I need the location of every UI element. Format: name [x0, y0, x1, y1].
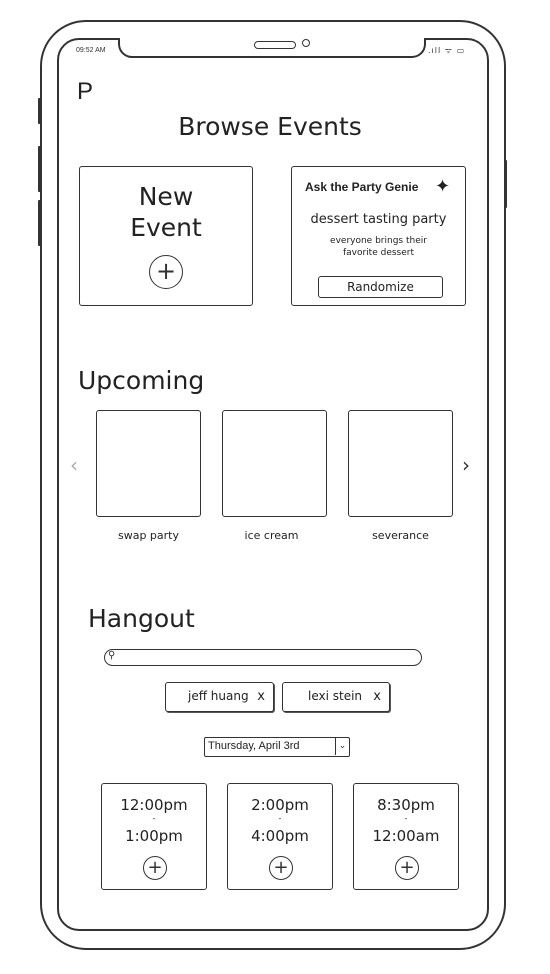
add-slot-icon[interactable]: + — [269, 856, 293, 880]
carousel-next-icon[interactable]: › — [462, 453, 470, 477]
chevron-down-icon[interactable]: ⌄ — [335, 738, 349, 755]
slot-end: 1:00pm — [125, 827, 183, 845]
search-icon: ⚲ — [108, 650, 116, 661]
app-logo[interactable]: P — [77, 78, 93, 106]
slot-dash: - — [278, 814, 282, 823]
time-slot[interactable]: 12:00pm - 1:00pm + — [101, 783, 207, 890]
randomize-button[interactable]: Randomize — [318, 276, 443, 298]
chip-lexi-stein: lexi stein x — [282, 682, 390, 712]
date-select-value: Thursday, April 3rd — [208, 740, 300, 752]
slot-end: 12:00am — [372, 827, 440, 845]
slot-start: 8:30pm — [377, 796, 435, 814]
slot-dash: - — [404, 814, 408, 823]
date-select[interactable]: Thursday, April 3rd ⌄ — [204, 737, 350, 757]
slot-start: 2:00pm — [251, 796, 309, 814]
hangout-title: Hangout — [88, 604, 195, 633]
upcoming-title: Upcoming — [78, 366, 205, 395]
status-icons: .ıll ᯤ ▭ — [428, 46, 466, 55]
status-time: 09:52 AM — [76, 47, 106, 54]
add-slot-icon[interactable]: + — [143, 856, 167, 880]
event-card-swap-party[interactable] — [96, 410, 201, 517]
slot-dash: - — [152, 814, 156, 823]
event-card-ice-cream[interactable] — [222, 410, 327, 517]
add-event-icon[interactable]: + — [149, 255, 183, 289]
sparkle-icon: ✦ — [435, 176, 451, 197]
time-slot[interactable]: 8:30pm - 12:00am + — [353, 783, 459, 890]
page-title: Browse Events — [178, 112, 362, 141]
genie-idea: dessert tasting party — [310, 212, 447, 227]
event-caption: ice cream — [244, 529, 299, 542]
party-genie-card: Ask the Party Genie ✦ dessert tasting pa… — [291, 166, 466, 306]
new-event-card[interactable]: New Event + — [79, 166, 253, 306]
speaker-icon — [254, 41, 296, 49]
close-icon[interactable]: x — [257, 683, 265, 710]
camera-icon — [302, 39, 310, 47]
search-input[interactable]: ⚲ — [104, 649, 422, 666]
add-slot-icon[interactable]: + — [395, 856, 419, 880]
genie-title: Ask the Party Genie — [305, 180, 419, 194]
carousel-prev-icon[interactable]: ‹ — [70, 453, 78, 477]
power-button — [504, 160, 507, 208]
volume-up-button — [38, 146, 41, 192]
volume-down-button — [38, 200, 41, 246]
event-caption: severance — [372, 529, 429, 542]
slot-start: 12:00pm — [120, 796, 188, 814]
slot-end: 4:00pm — [251, 827, 309, 845]
close-icon[interactable]: x — [373, 683, 381, 710]
event-caption: swap party — [117, 529, 179, 542]
genie-description: everyone brings their favorite dessert — [330, 236, 427, 258]
chip-jeff-huang: jeff huang x — [165, 682, 274, 712]
chip-label: lexi stein — [308, 689, 363, 703]
new-event-label: New Event — [130, 182, 202, 242]
event-card-severance[interactable] — [348, 410, 453, 517]
time-slot[interactable]: 2:00pm - 4:00pm + — [227, 783, 333, 890]
chip-label: jeff huang — [188, 689, 249, 703]
